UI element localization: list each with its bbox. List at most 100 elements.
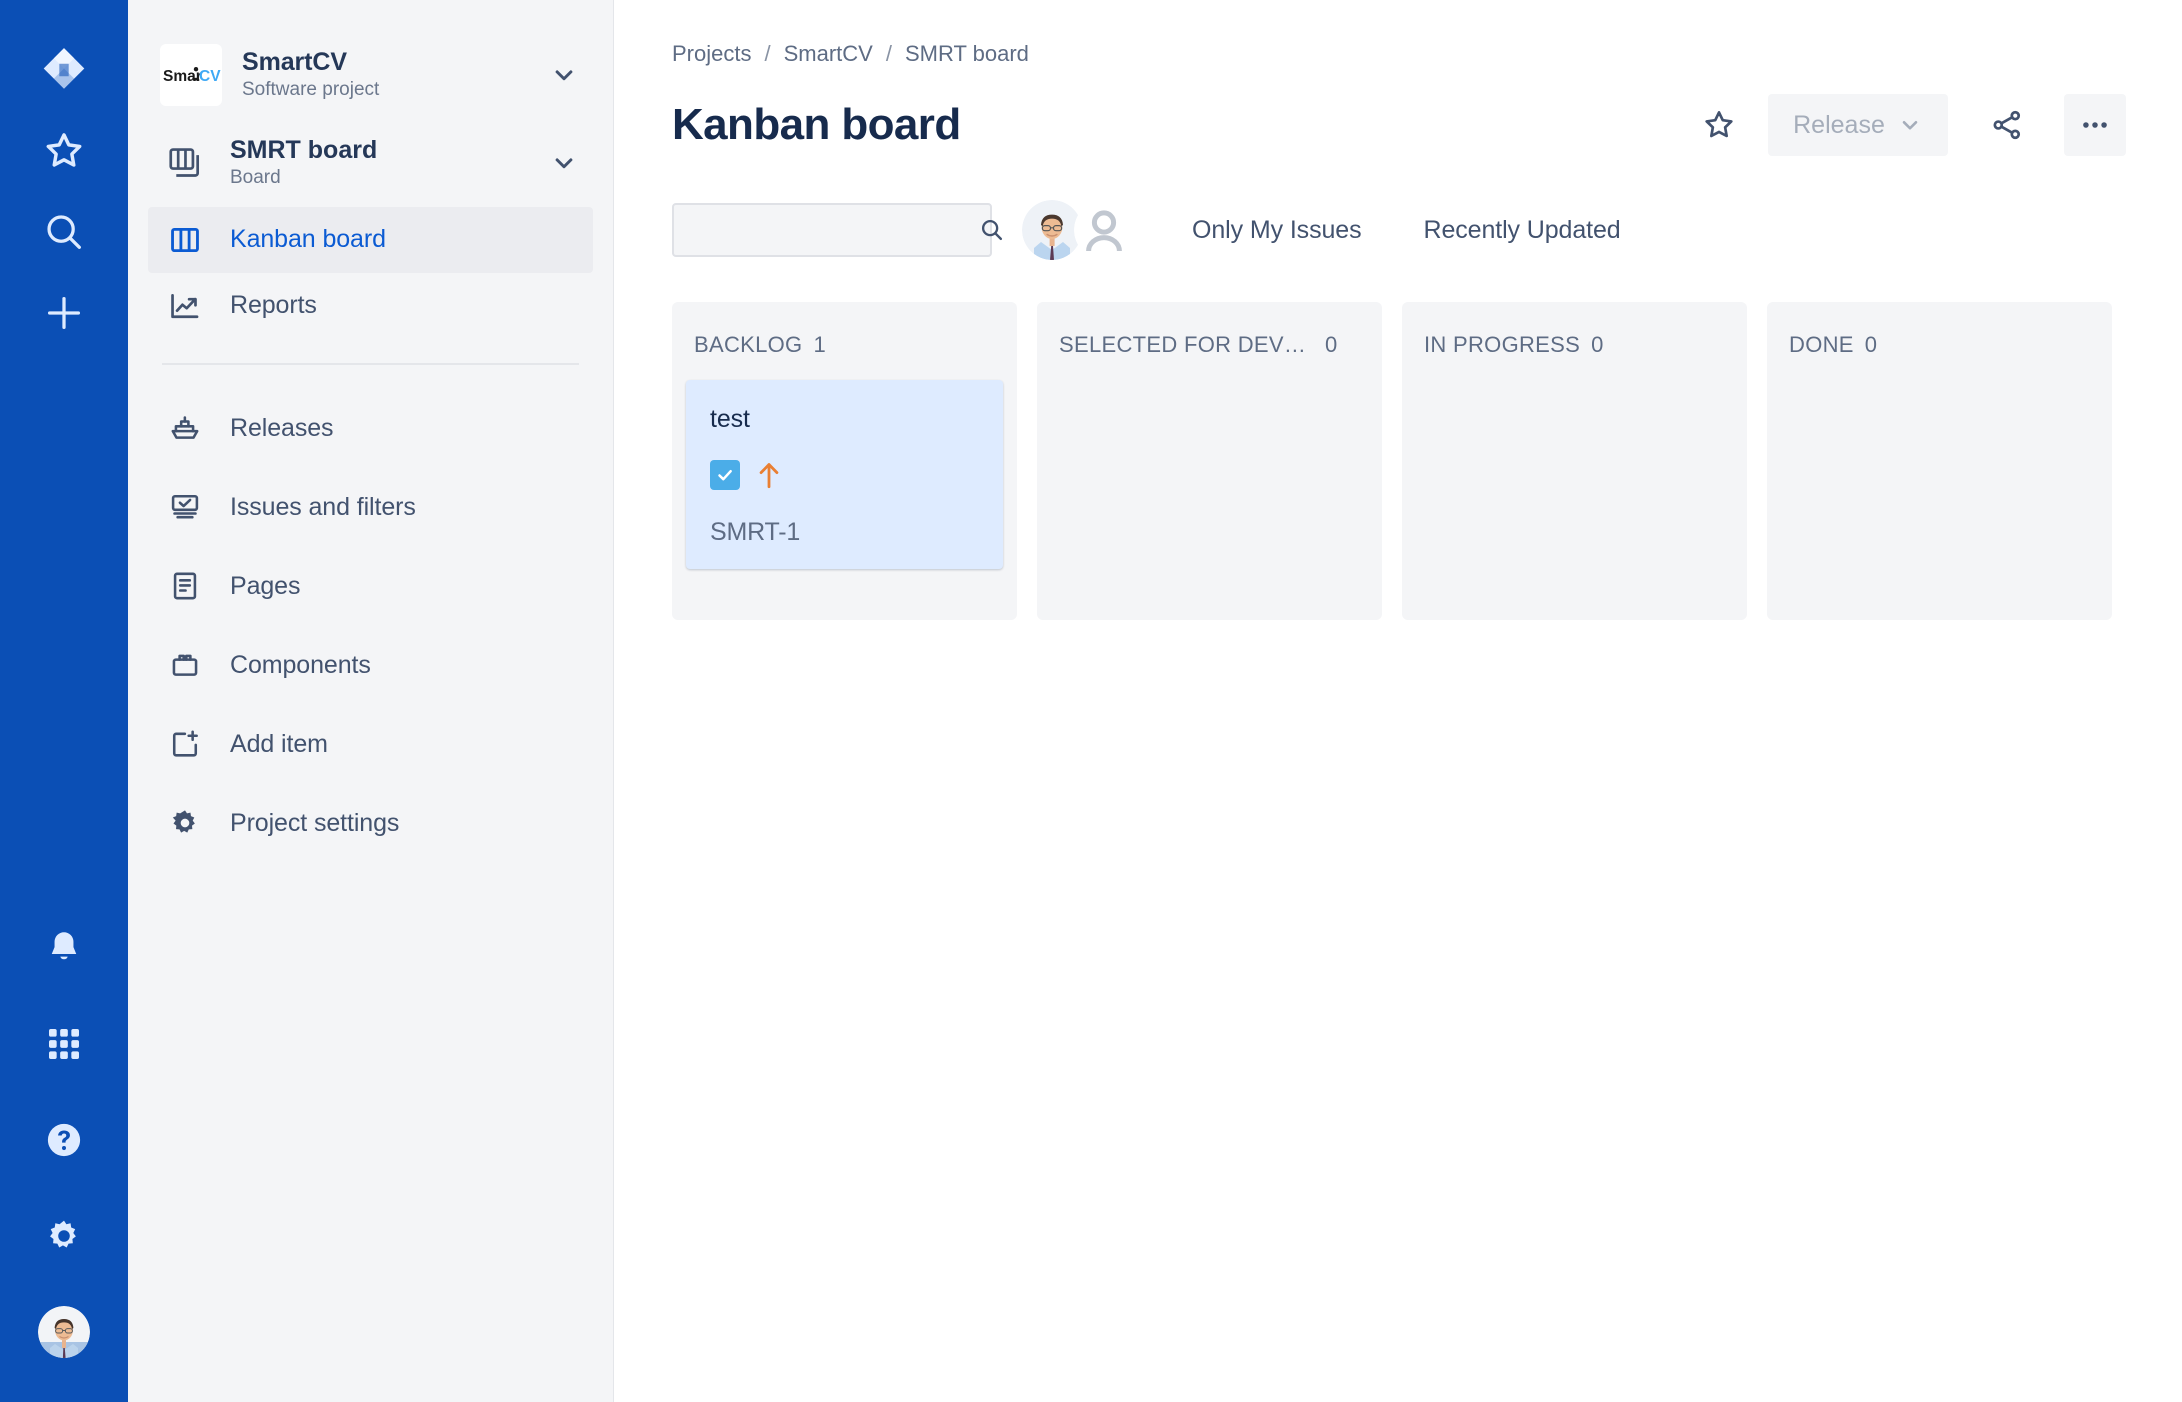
components-icon (162, 648, 208, 682)
column-title: BACKLOG (694, 332, 803, 357)
rail-bottom-group (0, 912, 128, 1368)
breadcrumb: Projects / SmartCV / SMRT board (672, 36, 2126, 72)
breadcrumb-separator: / (764, 41, 771, 66)
user-avatar[interactable] (28, 1296, 100, 1368)
share-icon[interactable] (1976, 94, 2038, 156)
column-title: DONE (1789, 332, 1854, 357)
gear-icon (162, 806, 208, 840)
issue-card-key: SMRT-1 (710, 518, 801, 546)
sidebar-nav-secondary: Releases Issues and filters Pages Compon… (128, 389, 613, 863)
more-ellipsis-icon[interactable] (2064, 94, 2126, 156)
release-chevron-down-icon (1897, 112, 1923, 138)
issue-card[interactable]: test SMRT-1 (686, 380, 1003, 569)
column-count: 0 (1325, 332, 1338, 357)
project-sidebar: Smar CV SmartCV Software project SMRT bo… (128, 0, 614, 1402)
global-nav-rail (0, 0, 128, 1402)
board-column-backlog: BACKLOG 1 test SMRT-1 (672, 302, 1017, 620)
add-item-icon (162, 727, 208, 761)
column-header: BACKLOG 1 (672, 302, 1017, 358)
sidebar-item-add-item[interactable]: Add item (148, 705, 593, 784)
column-cards (1767, 358, 2112, 380)
ship-icon (162, 411, 208, 445)
search-field-wrapper[interactable] (672, 203, 1003, 257)
column-header: IN PROGRESS 0 (1402, 302, 1747, 358)
issue-card-title: test (710, 405, 750, 433)
sidebar-item-issues-and-filters[interactable]: Issues and filters (148, 468, 593, 547)
release-button[interactable]: Release (1768, 94, 1948, 156)
sidebar-label-issues-and-filters: Issues and filters (230, 492, 416, 521)
page-title: Kanban board (672, 100, 961, 149)
board-name: SMRT board (230, 136, 378, 164)
column-title: IN PROGRESS (1424, 332, 1581, 357)
sidebar-item-kanban-board[interactable]: Kanban board (148, 206, 593, 273)
sidebar-label-components: Components (230, 650, 371, 679)
plus-icon[interactable] (28, 277, 100, 349)
breadcrumb-smrt-board[interactable]: SMRT board (905, 41, 1029, 67)
avatar-unassigned[interactable] (1074, 200, 1134, 260)
sidebar-item-project-settings[interactable]: Project settings (148, 784, 593, 863)
help-icon[interactable] (28, 1104, 100, 1176)
apps-grid-icon[interactable] (28, 1008, 100, 1080)
filter-links: Only My Issues Recently Updated (1192, 216, 1621, 245)
sidebar-item-reports[interactable]: Reports (148, 273, 593, 339)
breadcrumb-projects[interactable]: Projects (672, 41, 751, 67)
board-column-selected-for-development: SELECTED FOR DEVEL… 0 (1037, 302, 1382, 620)
page-header-row: Kanban board Release (672, 86, 2126, 164)
filter-recently-updated[interactable]: Recently Updated (1423, 216, 1620, 245)
board-switcher[interactable]: SMRT board Board (128, 106, 613, 191)
breadcrumb-smartcv[interactable]: SmartCV (784, 41, 873, 67)
project-switcher[interactable]: Smar CV SmartCV Software project (128, 0, 613, 106)
avatar-user-photo[interactable] (1022, 200, 1082, 260)
column-count: 0 (1591, 332, 1604, 357)
rail-top-group (0, 0, 128, 358)
main-content: Projects / SmartCV / SMRT board Kanban b… (614, 0, 2182, 1402)
search-icon[interactable] (28, 196, 100, 268)
search-input[interactable] (690, 217, 978, 243)
board-columns-icon (162, 223, 208, 257)
star-outline-icon[interactable] (1688, 94, 1750, 156)
column-title: SELECTED FOR DEVEL… (1059, 332, 1314, 357)
avatar-group (1022, 200, 1134, 260)
jira-kanban-board-page: Smar CV SmartCV Software project SMRT bo… (0, 0, 2182, 1402)
settings-gear-icon[interactable] (28, 1200, 100, 1272)
bell-icon[interactable] (28, 912, 100, 984)
sidebar-label-pages: Pages (230, 571, 301, 600)
sidebar-nav-primary: Kanban board Reports (128, 206, 613, 339)
board-column-done: DONE 0 (1767, 302, 2112, 620)
page-icon (162, 569, 208, 603)
sidebar-label-releases: Releases (230, 413, 334, 442)
filter-only-my-issues[interactable]: Only My Issues (1192, 216, 1362, 245)
page-actions: Release (1688, 94, 2126, 156)
board-meta: SMRT board Board (230, 136, 537, 191)
search-icon[interactable] (978, 216, 1006, 244)
project-name: SmartCV (242, 47, 347, 76)
board-chevron-down-icon[interactable] (549, 148, 579, 178)
task-checkbox-icon (710, 460, 740, 490)
star-icon[interactable] (28, 115, 100, 187)
release-button-label: Release (1793, 110, 1885, 139)
column-cards: test SMRT-1 (672, 358, 1017, 569)
priority-high-arrow-icon (756, 460, 782, 490)
column-cards (1402, 358, 1747, 380)
sidebar-item-releases[interactable]: Releases (148, 389, 593, 468)
issue-card-meta (710, 460, 979, 490)
sidebar-item-pages[interactable]: Pages (148, 547, 593, 626)
chevron-down-icon[interactable] (549, 60, 579, 90)
column-count: 1 (813, 332, 827, 357)
sidebar-label-project-settings: Project settings (230, 808, 400, 837)
project-meta: SmartCV Software project (242, 48, 537, 103)
column-header: DONE 0 (1767, 302, 2112, 358)
avatar-image (38, 1306, 90, 1358)
column-header: SELECTED FOR DEVEL… 0 (1037, 302, 1382, 358)
sidebar-label-add-item: Add item (230, 729, 328, 758)
sidebar-label-reports: Reports (230, 291, 317, 320)
board-stack-icon (162, 144, 208, 182)
column-count: 0 (1864, 332, 1878, 357)
breadcrumb-separator: / (885, 41, 892, 66)
logo-text-light: CV (199, 68, 221, 85)
board-column-in-progress: IN PROGRESS 0 (1402, 302, 1747, 620)
sidebar-label-kanban-board: Kanban board (230, 225, 386, 254)
sidebar-item-components[interactable]: Components (148, 626, 593, 705)
board-filter-toolbar: Only My Issues Recently Updated (672, 200, 2126, 260)
jira-logo-icon[interactable] (28, 34, 100, 106)
